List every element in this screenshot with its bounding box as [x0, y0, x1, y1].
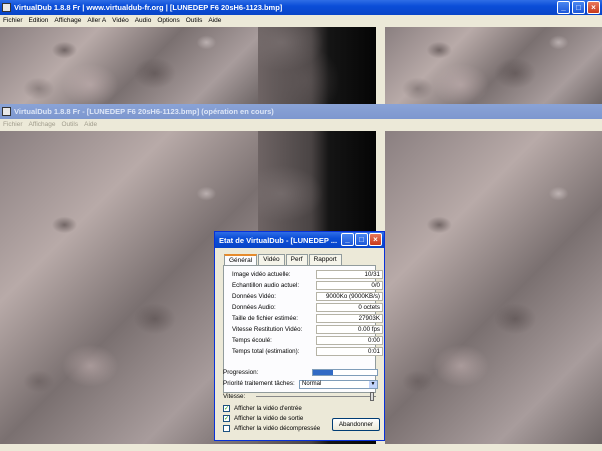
tab-general[interactable]: Général: [224, 254, 258, 265]
second-title-bar[interactable]: VirtualDub 1.8.8 Fr - [LUNEDEP F6 20sH6-…: [0, 104, 602, 119]
menu-options[interactable]: Options: [154, 17, 182, 24]
app-icon: [2, 3, 11, 12]
dialog-tabs: Général Vidéo Perf Rapport: [224, 254, 343, 265]
menu-audio[interactable]: Audio: [132, 17, 155, 24]
stat-row: Taille de fichier estimée: 27903K: [228, 314, 383, 324]
stat-label: Données Vidéo:: [232, 293, 276, 300]
dialog-minimize-icon[interactable]: _: [341, 233, 354, 246]
stat-value: 0.00 fps: [316, 325, 383, 334]
checkbox-decompressed-video[interactable]: Afficher la vidéo décompressée: [223, 425, 320, 432]
priority-label: Priorité traitement tâches:: [223, 380, 295, 387]
stat-label: Temps total (estimation):: [232, 348, 300, 355]
menu-aide[interactable]: Aide: [205, 17, 224, 24]
app-icon-2: [2, 107, 11, 116]
stat-value: 27903K: [316, 314, 383, 323]
menu-affichage[interactable]: Affichage: [51, 17, 84, 24]
stat-row: Image vidéo actuelle: 10/31: [228, 270, 383, 280]
checkbox-output-video[interactable]: ✓ Afficher la vidéo de sortie: [223, 415, 303, 422]
stat-value: 0:01: [316, 347, 383, 356]
stat-label: Taille de fichier estimée:: [232, 315, 299, 322]
preview-pane-top: [385, 27, 602, 104]
menu2-aide[interactable]: Aide: [81, 121, 100, 128]
main-title-bar[interactable]: VirtualDub 1.8.8 Fr | www.virtualdub-fr.…: [0, 0, 602, 15]
tab-rapport[interactable]: Rapport: [308, 254, 342, 265]
dialog-maximize-icon[interactable]: □: [355, 233, 368, 246]
status-dialog: Etat de VirtualDub - [LUNEDEP ... _ □ × …: [214, 231, 385, 441]
second-window-title: VirtualDub 1.8.8 Fr - [LUNEDEP F6 20sH6-…: [14, 107, 274, 116]
stat-row: Vitesse Restitution Vidéo: 0.00 fps: [228, 325, 383, 335]
second-menu-bar: Fichier Affichage Outils Aide: [0, 119, 602, 130]
stat-label: Vitesse Restitution Vidéo:: [232, 326, 303, 333]
speed-slider-thumb[interactable]: [370, 392, 375, 401]
stat-label: Echantillon audio actuel:: [232, 282, 300, 289]
chevron-down-icon[interactable]: ▼: [369, 381, 377, 388]
tab-video[interactable]: Vidéo: [258, 254, 285, 265]
progress-fill: [313, 370, 334, 375]
stat-row: Echantillon audio actuel: 0/0: [228, 281, 383, 291]
output-video-pane-top: [258, 27, 376, 104]
menu-video[interactable]: Vidéo: [109, 17, 132, 24]
menu2-affichage[interactable]: Affichage: [26, 121, 59, 128]
stat-label: Temps écoulé:: [232, 337, 272, 344]
checkbox-label: Afficher la vidéo décompressée: [234, 425, 321, 432]
stat-row: Données Audio: 0 octets: [228, 303, 383, 313]
stat-label: Données Audio:: [232, 304, 276, 311]
menu-fichier[interactable]: Fichier: [0, 17, 26, 24]
abort-button[interactable]: Abandonner: [332, 418, 380, 431]
checkbox-box[interactable]: ✓: [223, 405, 230, 412]
stat-value: 0/0: [316, 281, 383, 290]
speed-slider[interactable]: [256, 392, 376, 401]
priority-select[interactable]: Normal ▼: [299, 380, 378, 389]
menu-outils[interactable]: Outils: [183, 17, 206, 24]
menu-edition[interactable]: Edition: [26, 17, 52, 24]
progress-bar: [312, 369, 378, 376]
checkbox-box[interactable]: [223, 425, 230, 432]
maximize-icon[interactable]: □: [572, 1, 585, 14]
main-window-title: VirtualDub 1.8.8 Fr | www.virtualdub-fr.…: [14, 3, 283, 12]
stat-label: Image vidéo actuelle:: [232, 271, 291, 278]
preview-pane: [385, 131, 602, 444]
dialog-close-icon[interactable]: ×: [369, 233, 382, 246]
menu2-fichier[interactable]: Fichier: [0, 121, 26, 128]
speed-label: Vitesse:: [223, 393, 246, 400]
checkbox-label: Afficher la vidéo de sortie: [234, 415, 304, 422]
stat-row: Temps total (estimation): 0:01: [228, 347, 383, 357]
stat-value: 10/31: [316, 270, 383, 279]
tab-perf[interactable]: Perf: [285, 254, 308, 265]
checkbox-box[interactable]: ✓: [223, 415, 230, 422]
main-menu-bar: Fichier Edition Affichage Aller A Vidéo …: [0, 15, 602, 26]
checkbox-input-video[interactable]: ✓ Afficher la vidéo d'entrée: [223, 405, 302, 412]
stat-value: 0:00: [316, 336, 383, 345]
menu2-outils[interactable]: Outils: [59, 121, 82, 128]
stat-row: Données Vidéo: 9000Ko (9000KB/s): [228, 292, 383, 302]
checkbox-label: Afficher la vidéo d'entrée: [234, 405, 302, 412]
close-icon[interactable]: ×: [587, 1, 600, 14]
stat-value: 0 octets: [316, 303, 383, 312]
dialog-title-bar[interactable]: Etat de VirtualDub - [LUNEDEP ... _ □ ×: [215, 232, 384, 248]
menu-aller-a[interactable]: Aller A: [84, 17, 109, 24]
stat-row: Temps écoulé: 0:00: [228, 336, 383, 346]
dialog-title: Etat de VirtualDub - [LUNEDEP ...: [219, 235, 338, 245]
input-video-pane-top: [0, 27, 258, 104]
minimize-icon[interactable]: _: [557, 1, 570, 14]
progress-label: Progression:: [223, 369, 259, 376]
priority-value: Normal: [302, 381, 322, 387]
stat-value: 9000Ko (9000KB/s): [316, 292, 383, 301]
